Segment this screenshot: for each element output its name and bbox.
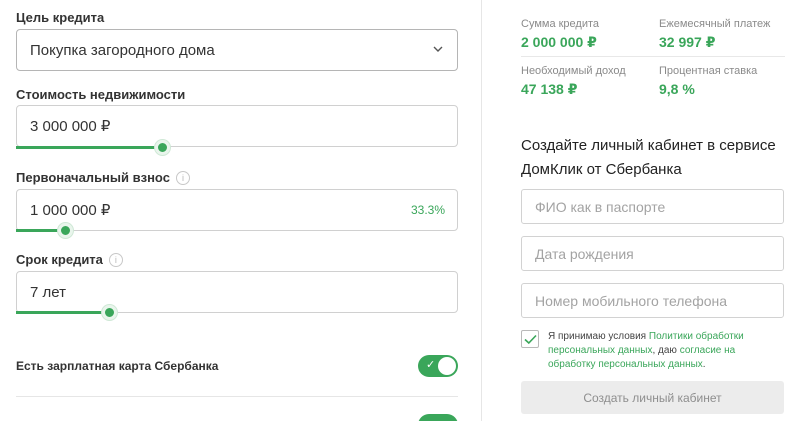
consent-checkbox[interactable] <box>521 330 539 348</box>
check-icon <box>524 334 537 345</box>
goal-select-value: Покупка загородного дома <box>30 41 215 59</box>
monthly-payment-label: Ежемесячный платеж <box>659 18 771 30</box>
consent-text: Я принимаю условия Политики обработки пе… <box>548 331 744 370</box>
term-value: 7 лет <box>30 283 66 301</box>
column-separator <box>481 0 482 421</box>
goal-label: Цель кредита <box>16 10 105 25</box>
summary-panel: Сумма кредита 2 000 000 ₽ Ежемесячный пл… <box>521 0 785 421</box>
property-cost-value: 3 000 000 ₽ <box>30 118 111 135</box>
fio-input[interactable] <box>521 189 784 224</box>
loan-parameters-form: Цель кредита Покупка загородного дома Ст… <box>16 0 458 421</box>
required-income-stat: Необходимый доход 47 138 ₽ <box>521 65 626 98</box>
interest-rate-stat: Процентная ставка 9,8 % <box>659 65 757 97</box>
term-slider-handle[interactable] <box>102 305 117 320</box>
required-income-value: 47 138 ₽ <box>521 81 578 97</box>
interest-rate-value: 9,8 % <box>659 81 695 97</box>
required-income-label: Необходимый доход <box>521 65 626 77</box>
down-payment-label: Первоначальный взнос i <box>16 170 190 185</box>
mortgage-calculator-page: Цель кредита Покупка загородного дома Ст… <box>0 0 800 421</box>
goal-select[interactable]: Покупка загородного дома <box>16 29 458 71</box>
loan-amount-label: Сумма кредита <box>521 18 600 30</box>
signup-heading: Создайте личный кабинет в сервисе ДомКли… <box>521 137 776 178</box>
property-cost-label: Стоимость недвижимости <box>16 87 186 102</box>
check-icon: ✓ <box>426 359 436 371</box>
loan-amount-stat: Сумма кредита 2 000 000 ₽ <box>521 18 599 51</box>
term-slider[interactable] <box>16 305 458 320</box>
salary-card-label: Есть зарплатная карта Сбербанка <box>16 359 219 373</box>
birth-date-input[interactable] <box>521 236 784 271</box>
salary-card-toggle[interactable]: ✓ <box>418 355 458 377</box>
create-account-button[interactable]: Создать личный кабинет <box>521 381 784 414</box>
property-cost-slider[interactable] <box>16 140 458 155</box>
chevron-down-icon <box>433 46 443 52</box>
down-payment-value: 1 000 000 ₽ <box>30 202 111 219</box>
property-cost-slider-fill <box>16 146 162 149</box>
stats-divider <box>521 56 785 57</box>
down-payment-percent: 33.3% <box>410 203 445 217</box>
toggle-knob <box>438 357 456 375</box>
down-payment-slider-handle[interactable] <box>58 223 73 238</box>
info-icon[interactable]: i <box>108 252 123 267</box>
info-icon[interactable]: i <box>175 170 190 185</box>
monthly-payment-value: 32 997 ₽ <box>659 34 716 50</box>
term-label: Срок кредита i <box>16 252 123 267</box>
section-divider <box>16 396 458 397</box>
interest-rate-label: Процентная ставка <box>659 65 758 77</box>
phone-input[interactable] <box>521 283 784 318</box>
salary-card-row: Есть зарплатная карта Сбербанка ✓ <box>16 352 458 380</box>
term-slider-fill <box>16 311 109 314</box>
down-payment-slider[interactable] <box>16 223 458 238</box>
second-toggle[interactable] <box>418 414 458 421</box>
loan-amount-value: 2 000 000 ₽ <box>521 34 597 50</box>
property-cost-slider-handle[interactable] <box>155 140 170 155</box>
monthly-payment-stat: Ежемесячный платеж 32 997 ₽ <box>659 18 770 51</box>
